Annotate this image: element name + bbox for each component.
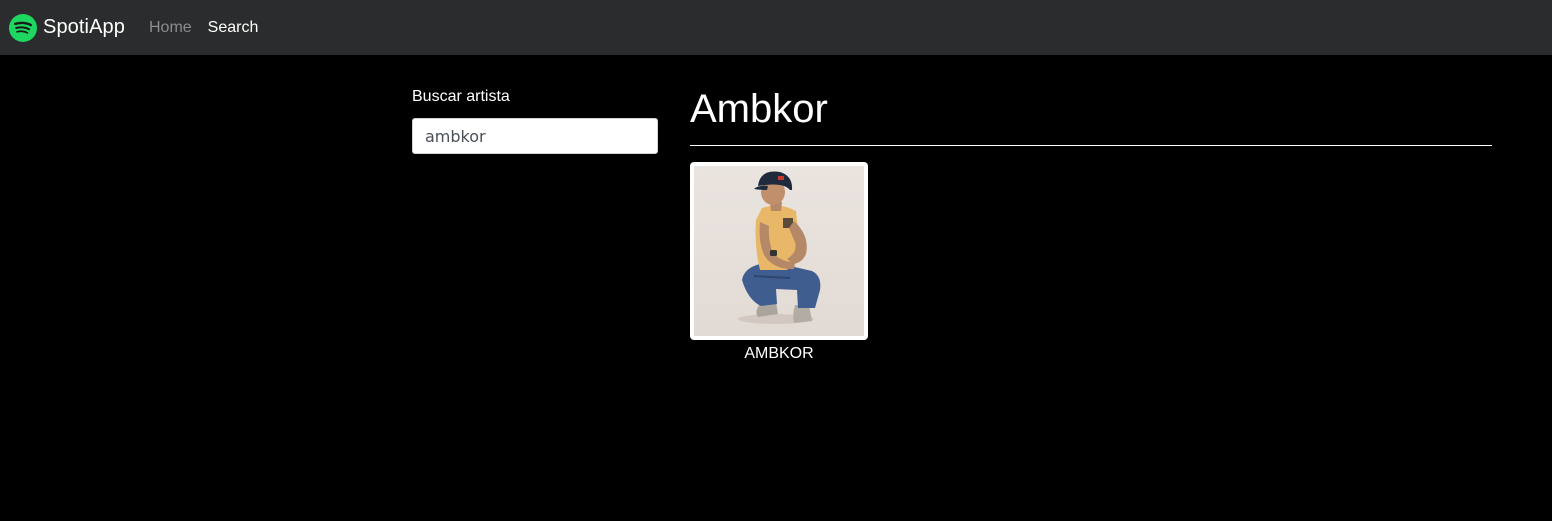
brand-link[interactable]: SpotiApp [9,13,125,42]
artist-photo [694,166,864,336]
search-input[interactable] [412,118,658,154]
nav-link-search[interactable]: Search [208,19,259,37]
search-label: Buscar artista [412,88,510,105]
search-column: Buscar artista [412,88,660,154]
nav-links: Home Search [149,19,274,37]
results-title: Ambkor [690,87,828,131]
title-divider [690,145,1492,146]
brand-name: SpotiApp [43,16,125,38]
artist-card[interactable]: AMBKOR [690,162,868,363]
artist-image-frame [690,162,868,340]
artist-name: AMBKOR [744,345,814,362]
navbar: SpotiApp Home Search [0,0,1552,55]
results-column: Ambkor AMBKOR [690,82,1492,363]
spotify-logo-icon [9,13,37,42]
nav-link-home[interactable]: Home [149,19,192,37]
